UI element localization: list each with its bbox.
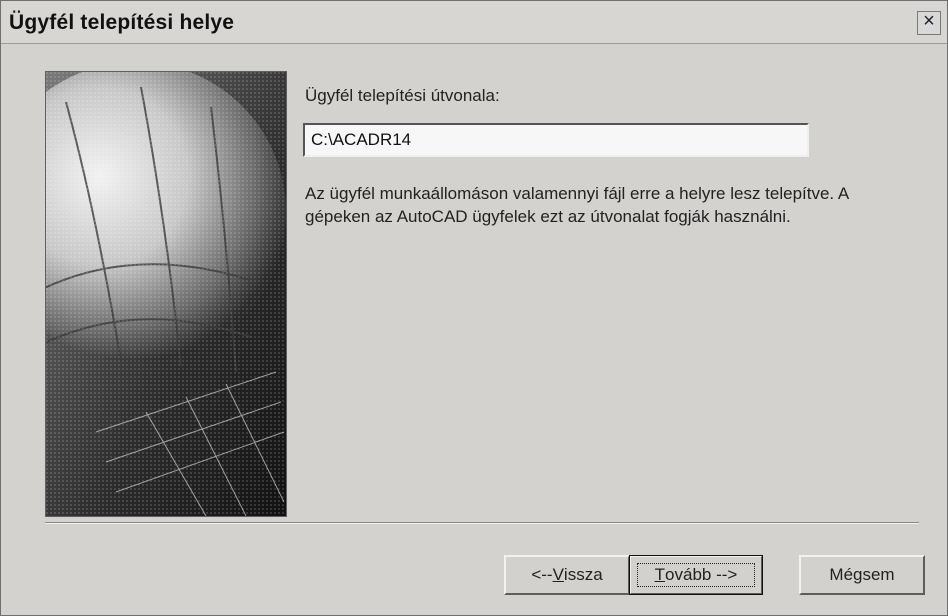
next-rest: ovább --> bbox=[665, 565, 738, 584]
install-path-input[interactable] bbox=[303, 123, 809, 157]
back-button[interactable]: <-- Vissza bbox=[504, 555, 630, 595]
back-rest: issza bbox=[563, 565, 603, 584]
label-rest: yfél telepítési útvonala: bbox=[326, 86, 500, 105]
cancel-button[interactable]: Mégsem bbox=[799, 555, 925, 595]
divider bbox=[45, 522, 919, 524]
back-mnemonic: V bbox=[552, 565, 564, 584]
next-mnemonic: T bbox=[654, 565, 666, 584]
installation-dialog: Ügyfél telepítési helye × Ügyfél telepít… bbox=[0, 0, 948, 616]
close-icon[interactable]: × bbox=[917, 11, 941, 35]
label-mnemonic: g bbox=[317, 86, 327, 105]
back-prefix: <-- bbox=[531, 565, 553, 584]
globe-grid-image bbox=[46, 72, 286, 516]
path-description: Az ügyfél munkaállomáson valamennyi fájl… bbox=[305, 184, 849, 226]
title-bar: Ügyfél telepítési helye × bbox=[1, 1, 947, 44]
wizard-illustration bbox=[45, 71, 287, 517]
label-prefix: Ü bbox=[305, 86, 318, 105]
dialog-title: Ügyfél telepítési helye bbox=[9, 11, 235, 34]
next-button[interactable]: Tovább --> bbox=[629, 555, 763, 595]
path-label: Ügyfél telepítési útvonala: bbox=[305, 86, 500, 106]
